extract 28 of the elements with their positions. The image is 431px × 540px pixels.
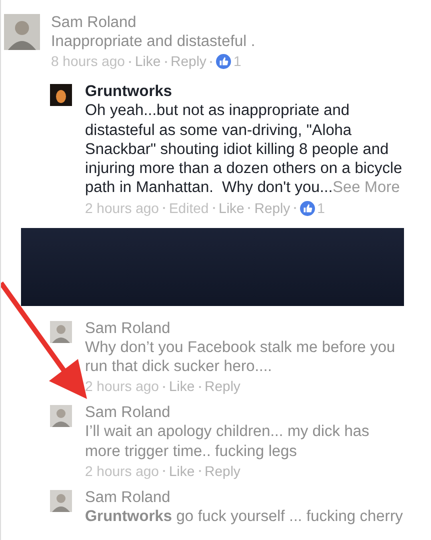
action-link[interactable]: Like (134, 51, 161, 72)
edited-label: Edited (168, 198, 209, 218)
like-icon (300, 200, 316, 216)
action-link[interactable]: Like (218, 198, 244, 219)
author-name[interactable]: Gruntworks (85, 82, 407, 102)
action-link[interactable]: Like (168, 460, 195, 482)
comment-text: Oh yeah...but not as inappropriate and distasteful as some van-driving, "Aloha Snackbar" shouting idiot killing 8 people and injuring more than a dozen others on a bicycle path in Manhattan. Why don't you...See More (85, 101, 404, 198)
see-more-link[interactable]: See More (332, 179, 400, 196)
action-link[interactable]: Reply (204, 460, 240, 482)
timestamp: 2 hours ago (85, 377, 159, 396)
timestamp: 2 hours ago (85, 198, 159, 218)
timestamp: 2 hours ago (85, 462, 159, 481)
action-link[interactable]: Reply (204, 376, 240, 398)
author-name[interactable]: Sam Roland (85, 318, 407, 338)
action-link[interactable]: Reply (170, 51, 206, 72)
action-link[interactable]: Like (168, 376, 195, 398)
author-name[interactable]: Sam Roland (51, 13, 407, 32)
action-link[interactable]: Reply (254, 198, 290, 219)
reaction-count: 1 (233, 52, 242, 72)
reaction-count: 1 (317, 198, 325, 218)
author-name[interactable]: Sam Roland (85, 403, 407, 422)
comment-text: Inappropriate and distasteful . (51, 32, 256, 52)
author-name[interactable]: Sam Roland (85, 488, 407, 507)
comment-text: I’ll wait an apology children... my dick has more trigger time.. fucking legs (85, 422, 370, 461)
comment-text: Why don’t you Facebook stalk me before you run that dick sucker hero.... (85, 338, 396, 376)
timestamp: 8 hours ago (51, 52, 125, 72)
like-icon (216, 54, 232, 70)
comment-text: Gruntworks go fuck yourself ... fucking cherry (85, 506, 404, 526)
